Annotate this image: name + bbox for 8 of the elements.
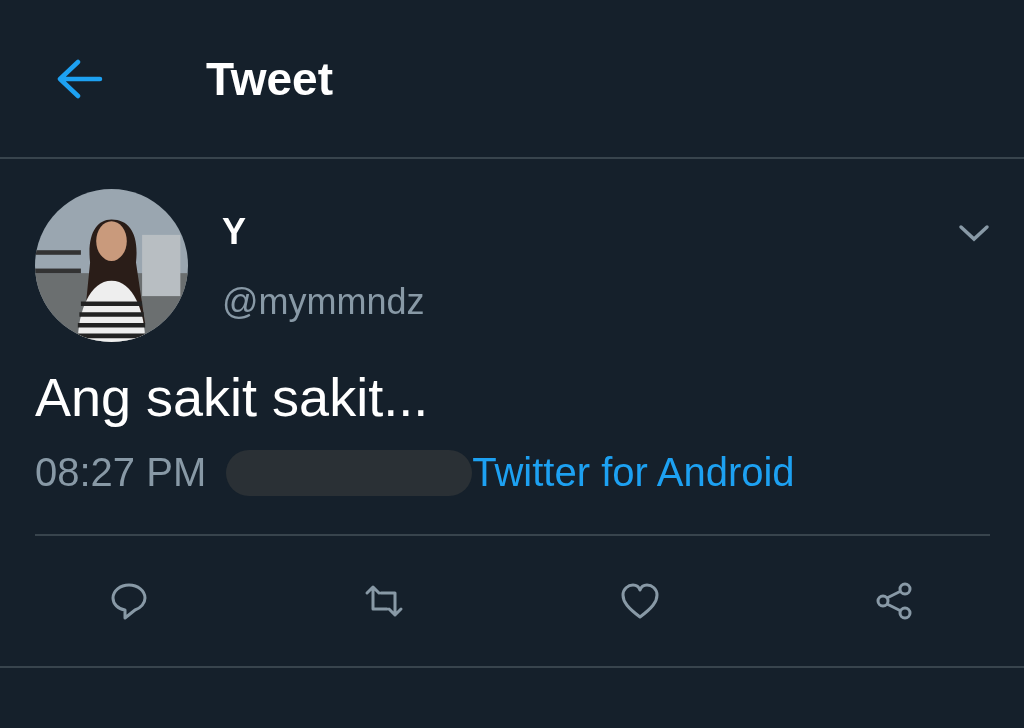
- user-name: Y: [222, 211, 247, 253]
- user-handle: @mymmndz: [222, 281, 426, 323]
- back-button[interactable]: [56, 58, 104, 99]
- source-link[interactable]: Twitter for Android: [472, 450, 795, 496]
- chevron-down-icon[interactable]: [958, 223, 990, 243]
- tweet-text: Ang sakit sakit...: [34, 366, 430, 429]
- tweet-time: 08:27 PM: [35, 450, 207, 496]
- page-title: Tweet: [206, 51, 333, 106]
